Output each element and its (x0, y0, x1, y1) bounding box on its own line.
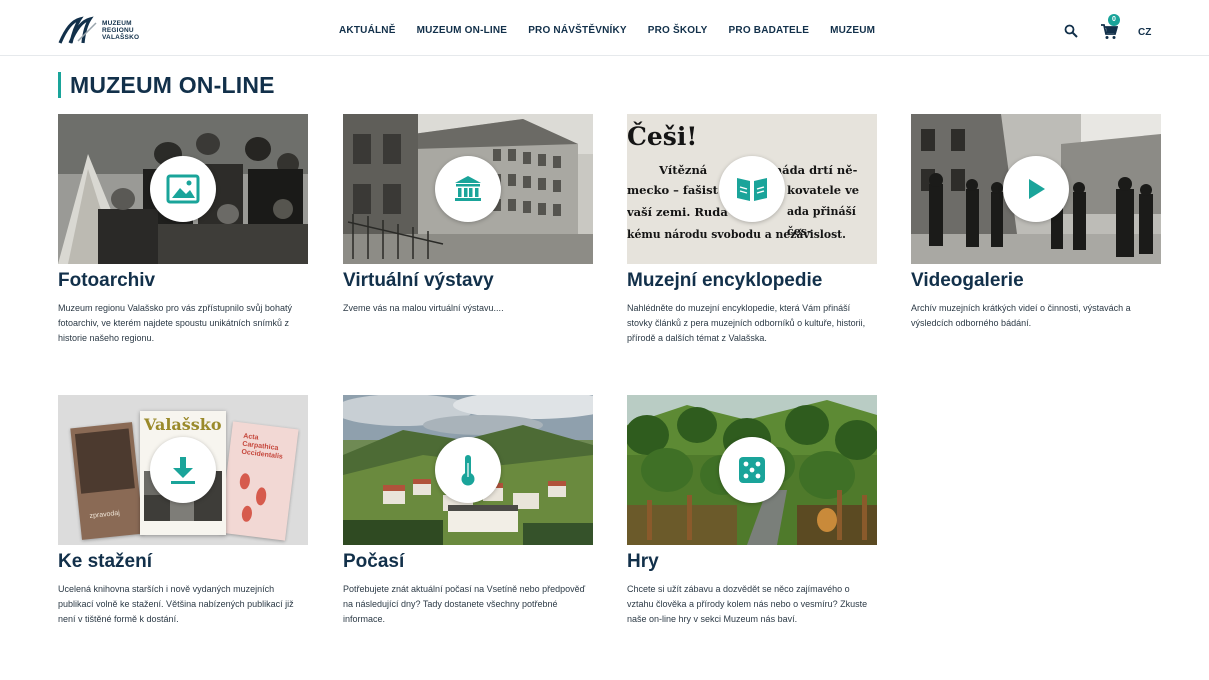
nav-item-pro-skoly[interactable]: PRO ŠKOLY (648, 25, 708, 36)
download-icon (171, 457, 195, 484)
book-icon-circle[interactable] (719, 156, 785, 222)
card-description: Potřebujete znát aktuální počasí na Vset… (343, 584, 586, 624)
nav-item-pro-badatele[interactable]: PRO BADATELE (729, 25, 810, 36)
main-nav: AKTUÁLNĚ MUZEUM ON-LINE PRO NÁVŠTĚVNÍKY … (339, 25, 896, 36)
card-image[interactable] (343, 114, 593, 264)
card-title[interactable]: Ke stažení (58, 551, 308, 573)
card-image[interactable]: Češi! Vítězná máda drtí ně- mecko – faši… (627, 114, 877, 264)
thermometer-icon (461, 455, 475, 486)
card-image[interactable] (58, 114, 308, 264)
card-description: Chcete si užít zábavu a dozvědět se něco… (627, 584, 868, 624)
dice-icon-circle[interactable] (719, 437, 785, 503)
card-title[interactable]: Fotoarchiv (58, 270, 308, 292)
card-title[interactable]: Videogalerie (911, 270, 1161, 292)
site-header: MUZEUM REGIONU VALAŠSKO AKTUÁLNĚ MUZEUM … (0, 0, 1209, 56)
card-pocasi[interactable]: Počasí Potřebujete znát aktuální počasí … (343, 395, 593, 627)
card-title[interactable]: Muzejní encyklopedie (627, 270, 877, 292)
card-videogalerie[interactable]: Videogalerie Archív muzejních krátkých v… (911, 114, 1161, 331)
card-virtualni-vystavy[interactable]: Virtuální výstavy Zveme vás na malou vir… (343, 114, 593, 316)
language-switch[interactable]: CZ (1138, 27, 1151, 38)
download-icon-circle[interactable] (150, 437, 216, 503)
image-icon-circle[interactable] (150, 156, 216, 222)
card-image[interactable] (911, 114, 1161, 264)
card-ke-stazeni[interactable]: zpravodaj Acta Carpathica Occidentalis V… (58, 395, 308, 627)
card-muzejni-encyklopedie[interactable]: Češi! Vítězná máda drtí ně- mecko – faši… (627, 114, 877, 346)
dice-icon (739, 457, 765, 483)
museum-icon-circle[interactable] (435, 156, 501, 222)
play-icon (1029, 179, 1045, 199)
card-title[interactable]: Hry (627, 551, 877, 573)
logo-text: MUZEUM REGIONU VALAŠSKO (102, 19, 140, 41)
card-hry[interactable]: Hry Chcete si užít zábavu a dozvědět se … (627, 395, 877, 627)
image-icon (166, 174, 200, 204)
card-title[interactable]: Virtuální výstavy (343, 270, 593, 292)
card-fotoarchiv[interactable]: Fotoarchiv Muzeum regionu Valašsko pro v… (58, 114, 308, 346)
page-title: MUZEUM ON-LINE (58, 72, 275, 98)
card-image[interactable]: zpravodaj Acta Carpathica Occidentalis V… (58, 395, 308, 545)
logo-mark-icon (58, 16, 97, 44)
card-image[interactable] (627, 395, 877, 545)
card-description: Zveme vás na malou virtuální výstavu.... (343, 303, 504, 313)
card-description: Muzeum regionu Valašsko pro vás zpřístup… (58, 303, 292, 343)
nav-item-pro-navstevniky[interactable]: PRO NÁVŠTĚVNÍKY (528, 25, 627, 36)
nav-item-muzeum[interactable]: MUZEUM (830, 25, 875, 36)
book-icon (737, 178, 767, 201)
search-icon[interactable] (1064, 24, 1078, 38)
card-image[interactable] (343, 395, 593, 545)
play-icon-circle[interactable] (1003, 156, 1069, 222)
card-description: Nahlédněte do muzejní encyklopedie, kter… (627, 303, 866, 343)
card-description: Archív muzejních krátkých videí o činnos… (911, 303, 1131, 328)
museum-icon (455, 176, 481, 201)
cart-count-badge: 0 (1108, 14, 1120, 26)
site-logo[interactable]: MUZEUM REGIONU VALAŠSKO (58, 15, 139, 45)
card-description: Ucelená knihovna starších i nově vydanýc… (58, 584, 294, 624)
card-title[interactable]: Počasí (343, 551, 593, 573)
nav-item-muzeum-online[interactable]: MUZEUM ON-LINE (417, 25, 508, 36)
nav-item-aktualne[interactable]: AKTUÁLNĚ (339, 25, 396, 36)
thermometer-icon-circle[interactable] (435, 437, 501, 503)
